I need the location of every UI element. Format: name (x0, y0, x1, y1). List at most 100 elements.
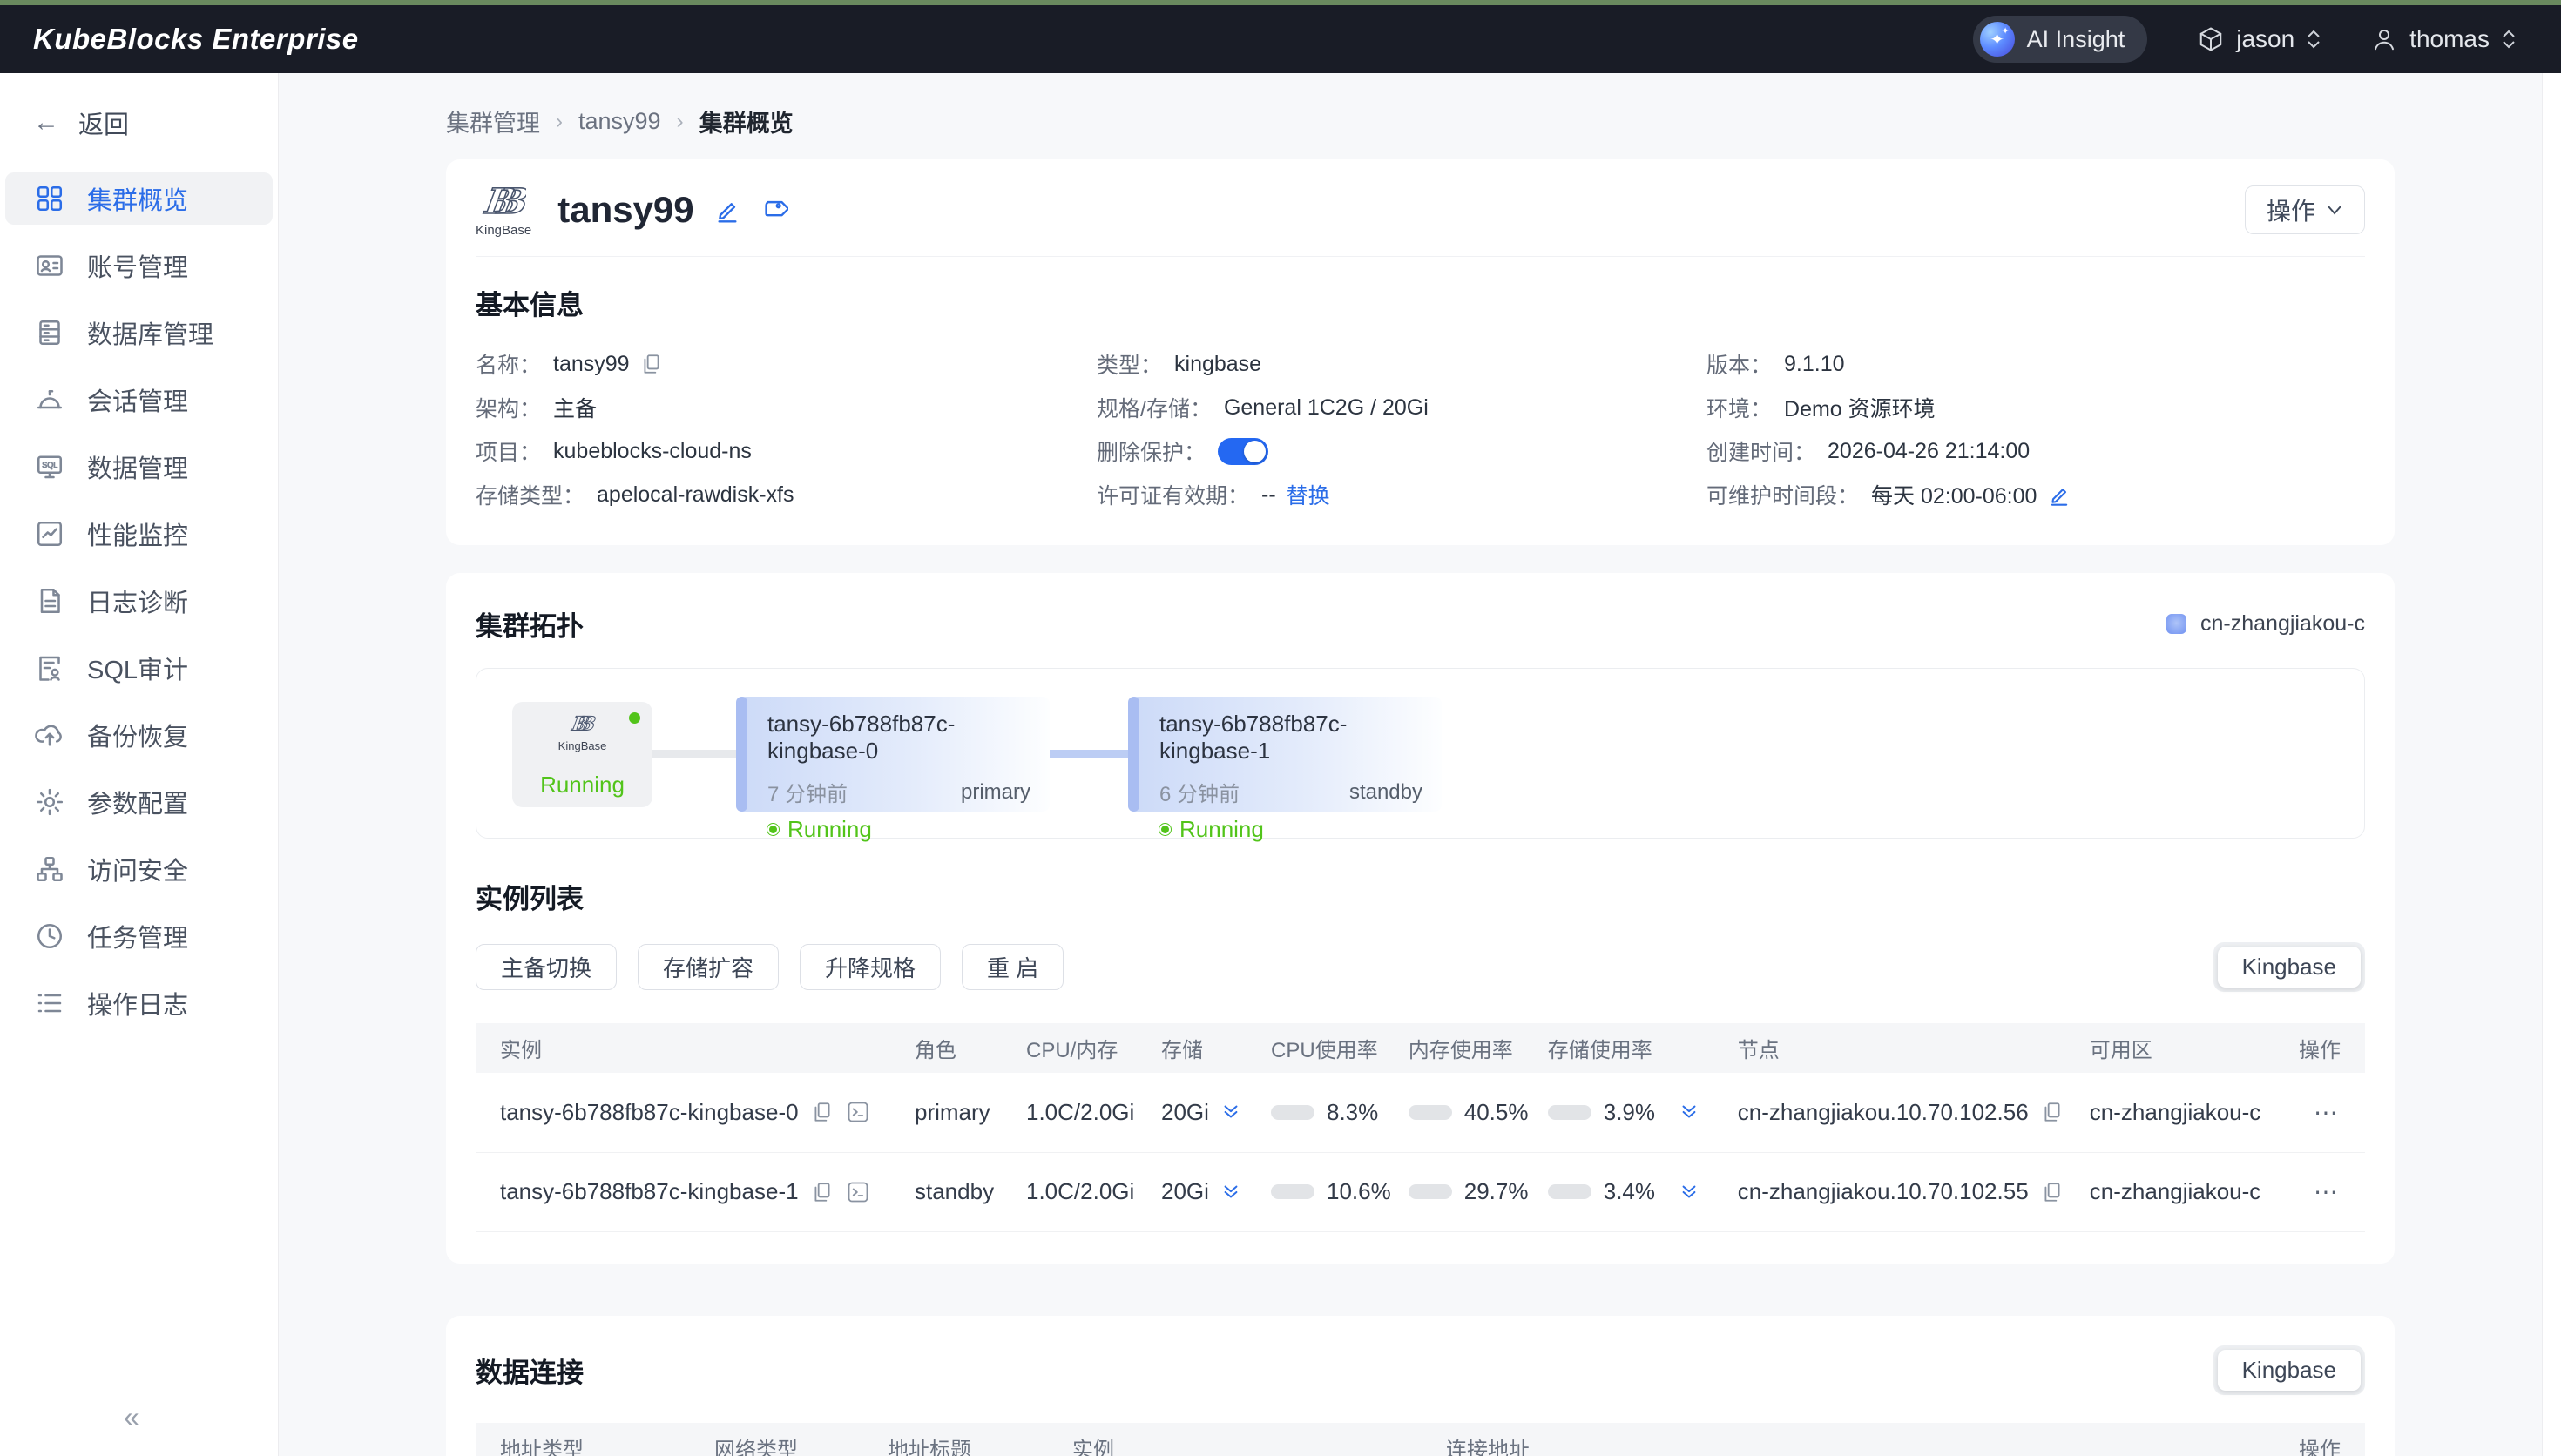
user-menu[interactable]: thomas (2371, 25, 2516, 53)
topology-connector (1050, 750, 1128, 758)
zone-legend-swatch (2166, 614, 2186, 634)
field-architecture: 架构： 主备 (476, 392, 1097, 423)
engine-tab-kingbase[interactable]: Kingbase (2218, 1350, 2361, 1391)
cluster-overview-card: BB KingBase tansy99 操作 基本信息 名称： ta (446, 159, 2395, 545)
instances-table: 实例 角色 CPU/内存 存储 CPU使用率 内存使用率 存储使用率 节点 可用… (476, 1023, 2365, 1232)
sidebar-item-account-management[interactable]: 账号管理 (5, 239, 273, 292)
sidebar-item-operation-log[interactable]: 操作日志 (5, 977, 273, 1029)
scrollbar-track[interactable] (2542, 73, 2561, 1456)
terminal-icon[interactable] (846, 1180, 870, 1204)
cloud-upload-icon (33, 718, 66, 752)
license-replace-link[interactable]: 替换 (1287, 479, 1330, 510)
pod-accent-bar (736, 697, 747, 812)
double-chevron-down-icon[interactable] (1221, 1102, 1240, 1122)
pod-age: 6 分钟前 (1159, 777, 1240, 807)
mem-usage: 29.7% (1409, 1178, 1531, 1205)
terminal-icon[interactable] (846, 1100, 870, 1124)
double-chevron-down-icon[interactable] (1221, 1183, 1240, 1202)
switchover-button[interactable]: 主备切换 (476, 944, 617, 990)
storage-expand-button[interactable]: 存储扩容 (638, 944, 779, 990)
sidebar-item-parameter-config[interactable]: 参数配置 (5, 776, 273, 828)
col-address: 连接地址 (1437, 1423, 2221, 1456)
double-chevron-down-icon[interactable] (1679, 1102, 1699, 1122)
audit-doc-icon (33, 651, 66, 684)
connections-table: 地址类型 网络类型 地址标题 实例 连接地址 操作 内网地址 ClusterIP… (476, 1423, 2365, 1456)
user-name: thomas (2409, 25, 2490, 53)
field-storage-type: 存储类型： apelocal-rawdisk-xfs (476, 479, 1097, 510)
field-delete-protection: 删除保护： (1097, 435, 1706, 467)
copy-icon[interactable] (2041, 1181, 2064, 1203)
col-role: 角色 (906, 1023, 1017, 1073)
sidebar-item-log-diagnosis[interactable]: 日志诊断 (5, 575, 273, 627)
delete-protection-toggle[interactable] (1218, 438, 1268, 465)
svg-text:SQL: SQL (42, 461, 57, 469)
restart-button[interactable]: 重 启 (962, 944, 1064, 990)
org-switcher[interactable]: jason (2198, 25, 2321, 53)
topology-connector (652, 750, 736, 758)
sidebar-item-backup-restore[interactable]: 备份恢复 (5, 709, 273, 761)
instance-storage: 20Gi (1161, 1099, 1209, 1126)
instance-role: standby (906, 1152, 1017, 1231)
row-more-button[interactable]: ⋯ (2314, 1178, 2341, 1205)
copy-icon[interactable] (811, 1101, 834, 1123)
sidebar-item-sql-audit[interactable]: SQL审计 (5, 642, 273, 694)
cluster-actions-button[interactable]: 操作 (2245, 185, 2365, 234)
engine-node[interactable]: BB KingBase Running (512, 702, 652, 807)
pod-age: 7 分钟前 (767, 777, 848, 807)
chart-icon (33, 517, 66, 550)
pod-node-0[interactable]: tansy-6b788fb87c-kingbase-0 7 分钟前 primar… (736, 697, 1050, 812)
copy-icon[interactable] (811, 1181, 834, 1203)
copy-icon[interactable] (2041, 1101, 2064, 1123)
tag-icon[interactable] (760, 196, 788, 224)
sidebar-item-access-security[interactable]: 访问安全 (5, 843, 273, 895)
copy-icon[interactable] (640, 353, 663, 375)
zone-legend: cn-zhangjiakou-c (2166, 611, 2365, 637)
double-chevron-down-icon[interactable] (1679, 1183, 1699, 1202)
basic-info-title: 基本信息 (476, 283, 2365, 322)
storage-usage: 3.9% (1548, 1099, 1720, 1126)
breadcrumb-cluster-name[interactable]: tansy99 (578, 108, 661, 135)
breadcrumb-cluster-management[interactable]: 集群管理 (446, 104, 540, 138)
instance-row-0: tansy-6b788fb87c-kingbase-0 primary 1.0C… (476, 1073, 2365, 1152)
col-address-label: 地址标题 (879, 1423, 1064, 1456)
ai-insight-button[interactable]: ✦✦ AI Insight (1973, 16, 2148, 63)
kingbase-logo: BB KingBase (558, 712, 607, 752)
field-maintenance-window: 可维护时间段： 每天 02:00-06:00 (1706, 479, 2365, 510)
row-more-button[interactable]: ⋯ (2314, 1099, 2341, 1126)
breadcrumb: 集群管理 › tansy99 › 集群概览 (446, 104, 2395, 138)
document-icon (33, 584, 66, 617)
chevron-right-icon: › (556, 110, 563, 134)
resize-spec-button[interactable]: 升降规格 (800, 944, 941, 990)
edit-name-icon[interactable] (713, 196, 741, 224)
app-title: KubeBlocks Enterprise (33, 23, 359, 56)
topology-canvas: BB KingBase Running tansy-6b788fb87c-kin… (476, 668, 2365, 839)
edit-maintenance-icon[interactable] (2047, 482, 2071, 507)
engine-tab-kingbase[interactable]: Kingbase (2218, 947, 2361, 988)
sidebar-item-task-management[interactable]: 任务管理 (5, 910, 273, 962)
sidebar-item-performance-monitoring[interactable]: 性能监控 (5, 508, 273, 560)
sidebar-item-database-management[interactable]: 数据库管理 (5, 307, 273, 359)
chevron-updown-icon (2502, 30, 2516, 49)
org-cube-icon (2198, 26, 2224, 52)
breadcrumb-current: 集群概览 (699, 104, 794, 138)
instance-node: cn-zhangjiakou.10.70.102.55 (1738, 1178, 2029, 1205)
grid-icon (33, 182, 66, 215)
sidebar-collapse-button[interactable]: « (124, 1401, 139, 1433)
back-button[interactable]: ← 返回 (0, 99, 278, 146)
field-project: 项目： kubeblocks-cloud-ns (476, 435, 1097, 467)
instance-row-1: tansy-6b788fb87c-kingbase-1 standby 1.0C… (476, 1152, 2365, 1231)
main-content: 集群管理 › tansy99 › 集群概览 BB KingBase tansy9… (279, 73, 2542, 1456)
back-arrow-icon: ← (33, 108, 59, 138)
pod-role: primary (961, 780, 1030, 805)
pod-node-1[interactable]: tansy-6b788fb87c-kingbase-1 6 分钟前 standb… (1128, 697, 1442, 812)
instance-name: tansy-6b788fb87c-kingbase-0 (500, 1099, 799, 1126)
pod-accent-bar (1128, 697, 1139, 812)
ai-sparkle-icon: ✦✦ (1980, 22, 2015, 57)
col-storage-usage: 存储使用率 (1539, 1023, 1729, 1073)
sidebar-item-data-management[interactable]: SQL 数据管理 (5, 441, 273, 493)
sidebar-item-session-management[interactable]: 会话管理 (5, 374, 273, 426)
status-dot (1159, 824, 1171, 835)
workflow-icon (33, 853, 66, 886)
sidebar-item-cluster-overview[interactable]: 集群概览 (5, 172, 273, 225)
instance-cpu-mem: 1.0C/2.0Gi (1017, 1073, 1152, 1152)
